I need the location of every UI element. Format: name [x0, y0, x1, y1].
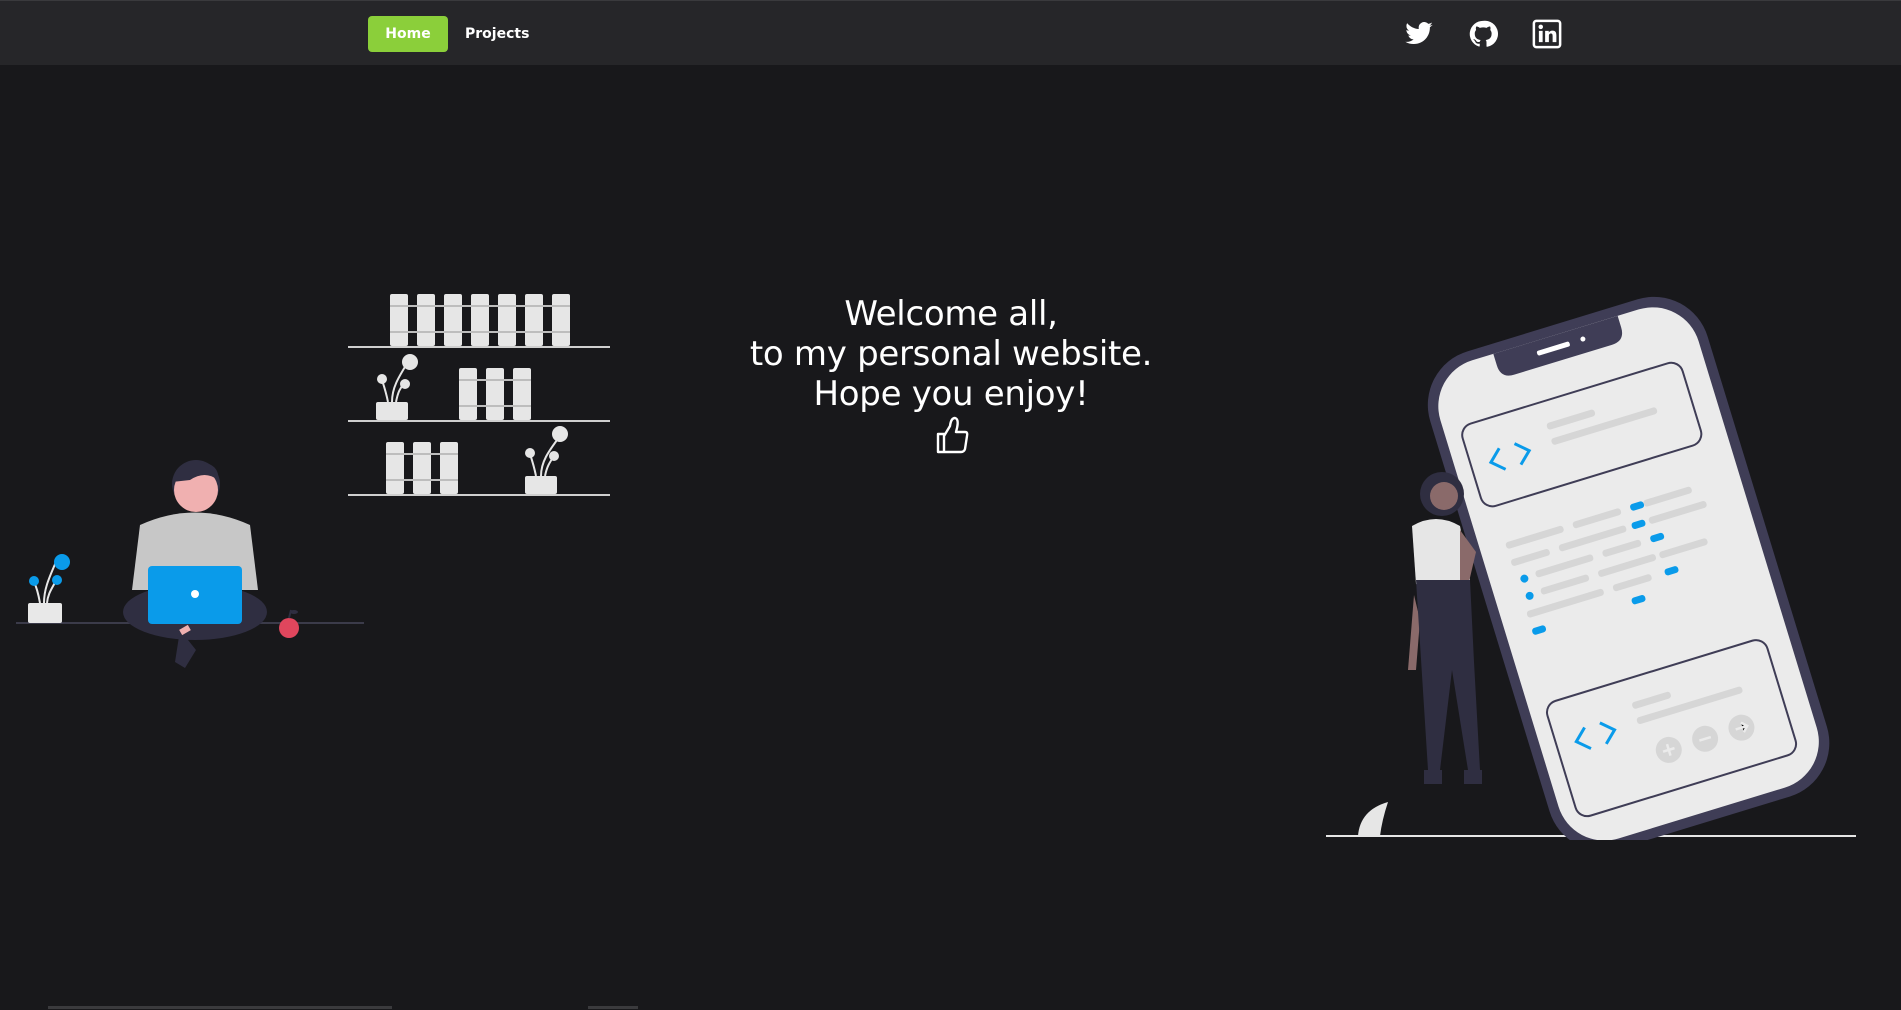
thumbs-up-icon — [936, 416, 969, 454]
laptop-icon — [148, 566, 242, 624]
twitter-icon — [1405, 22, 1433, 45]
twitter-link[interactable] — [1404, 19, 1434, 49]
person-laptop-illustration — [16, 460, 364, 668]
leaf-icon — [1358, 802, 1388, 836]
woman-phone-illustration — [1326, 296, 1856, 840]
welcome-line-3: Hope you enjoy! — [813, 374, 1089, 414]
linkedin-icon — [1532, 19, 1562, 49]
welcome-line-1: Welcome all, — [844, 294, 1058, 334]
apple-icon — [279, 609, 299, 638]
welcome-line-2: to my personal website. — [749, 334, 1153, 374]
scroll-indicator — [588, 1006, 638, 1009]
welcome-message: Welcome all, to my personal website. Hop… — [700, 294, 1202, 414]
top-navbar: Home Projects — [0, 0, 1901, 65]
linkedin-link[interactable] — [1532, 19, 1562, 49]
github-icon — [1469, 20, 1498, 47]
bookshelf-illustration — [348, 294, 610, 496]
blue-plant-icon — [28, 554, 70, 623]
github-link[interactable] — [1468, 19, 1498, 49]
nav-home-button[interactable]: Home — [368, 16, 448, 52]
horizontal-scrollbar-thumb[interactable] — [48, 1006, 392, 1009]
person-figure — [123, 460, 267, 668]
nav-projects-button[interactable]: Projects — [453, 16, 541, 52]
